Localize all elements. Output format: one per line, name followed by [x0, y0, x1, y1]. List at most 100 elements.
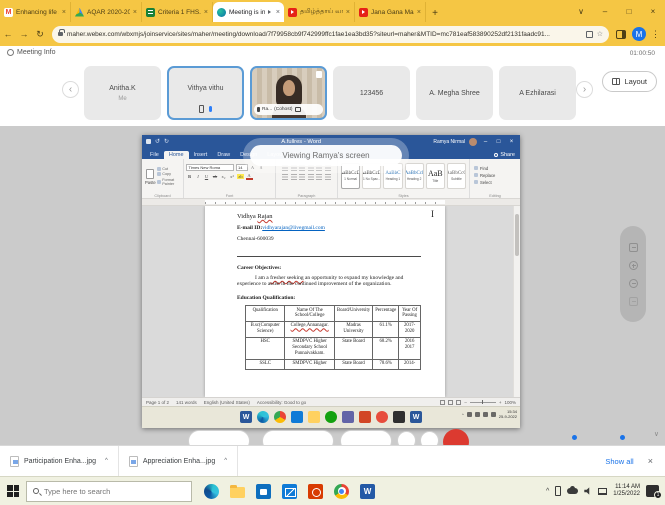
fit-to-window-icon[interactable]	[629, 243, 638, 252]
share-page-icon[interactable]	[586, 31, 593, 38]
style-subtitle[interactable]: AaBbCcC Subtitle	[447, 163, 466, 189]
tab-close-icon[interactable]: ×	[276, 9, 280, 16]
volume-icon[interactable]	[584, 487, 592, 495]
remote-folder-icon[interactable]	[308, 411, 320, 423]
remote-cloud-icon[interactable]	[475, 412, 480, 417]
new-tab-button[interactable]: +	[426, 4, 444, 22]
highlight-button[interactable]: ab	[237, 174, 244, 179]
find-button[interactable]: Find	[474, 166, 516, 171]
word-tab-home[interactable]: Home	[164, 151, 189, 160]
zoom-out-icon[interactable]	[629, 279, 638, 288]
style-heading-2[interactable]: AaBbCcl Heading 2	[405, 163, 424, 189]
justify-icon[interactable]	[308, 174, 314, 180]
word-share-button[interactable]: Share	[494, 152, 515, 158]
word-account-avatar[interactable]	[469, 138, 477, 146]
word-close-icon[interactable]: ×	[507, 139, 516, 145]
word-minimize-icon[interactable]: –	[481, 139, 490, 145]
tab-aqar[interactable]: AQAR 2020-2021 - G ×	[71, 2, 142, 22]
strikethrough-button[interactable]: ab	[212, 174, 219, 179]
email-link[interactable]: vidhyarajan@livegmail.com	[262, 225, 325, 231]
participant-tile-vithya[interactable]: Vithya vithu	[167, 66, 244, 120]
taskbar-search[interactable]	[26, 481, 192, 502]
word-count[interactable]: 141 words	[176, 400, 197, 405]
font-color-button[interactable]: A	[246, 173, 253, 180]
word-restore-icon[interactable]: □	[494, 139, 503, 145]
profile-avatar[interactable]: M	[632, 27, 646, 41]
controls-caret-icon[interactable]: ∨	[654, 430, 659, 438]
align-right-icon[interactable]	[299, 174, 305, 180]
remote-app-icon[interactable]	[393, 411, 405, 423]
read-mode-icon[interactable]	[440, 400, 445, 405]
filmstrip-next-button[interactable]: ›	[576, 81, 593, 98]
style-normal[interactable]: AaBbCcDt 1 Normal	[341, 163, 360, 189]
back-button[interactable]: ←	[0, 29, 16, 39]
remote-office-icon[interactable]	[376, 411, 388, 423]
cut-button[interactable]: Cut	[157, 167, 181, 171]
font-size-select[interactable]: 14	[236, 164, 248, 171]
download-item-appreciation[interactable]: Appreciation Enha...jpg ^	[119, 446, 238, 476]
participant-tile-123456[interactable]: 123456	[333, 66, 410, 120]
shrink-font-icon[interactable]: A	[258, 166, 265, 170]
superscript-button[interactable]: x²	[229, 174, 236, 179]
participant-tile-anitha[interactable]: Anitha.K Me	[84, 66, 161, 120]
onedrive-icon[interactable]	[567, 488, 578, 494]
chat-indicator-dot[interactable]	[620, 435, 625, 440]
layout-button[interactable]: Layout	[602, 71, 657, 92]
word-icon[interactable]: W	[360, 484, 375, 499]
start-button[interactable]	[0, 477, 26, 505]
office-icon[interactable]	[308, 484, 323, 499]
taskbar-clock[interactable]: 11:14 AM 1/25/2022	[613, 484, 640, 499]
print-layout-icon[interactable]	[448, 400, 453, 405]
align-left-icon[interactable]	[282, 174, 288, 180]
download-caret-icon[interactable]: ^	[105, 458, 108, 464]
search-input[interactable]	[44, 487, 164, 496]
zoom-in-icon[interactable]	[629, 261, 638, 270]
tab-close-icon[interactable]: ×	[62, 9, 66, 16]
side-panel-icon[interactable]	[616, 30, 626, 39]
zoom-level[interactable]: 100%	[504, 400, 516, 405]
scrollbar-thumb[interactable]	[515, 214, 519, 256]
tab-webex-meeting-active[interactable]: Meeting is in pro ×	[213, 2, 284, 22]
microsoft-store-icon[interactable]	[256, 484, 271, 499]
word-tab-draw[interactable]: Draw	[212, 151, 235, 160]
tab-youtube-tamil[interactable]: தமிழ்த்தாய் வாழ் ×	[284, 2, 355, 22]
format-painter-button[interactable]: Format Painter	[157, 178, 181, 186]
browser-menu-icon[interactable]: ⋮	[651, 29, 660, 40]
italic-button[interactable]: I	[195, 174, 202, 179]
zoom-slider[interactable]	[470, 402, 496, 403]
edge-icon[interactable]	[204, 484, 219, 499]
zoom-in-icon[interactable]: +	[499, 400, 502, 405]
save-icon[interactable]	[146, 139, 151, 144]
tab-search-caret-icon[interactable]: ∨	[569, 7, 593, 16]
word-tab-file[interactable]: File	[145, 151, 164, 160]
chrome-icon[interactable]	[334, 484, 349, 499]
copy-button[interactable]: Copy	[157, 172, 181, 176]
minimize-window-button[interactable]: –	[593, 7, 617, 16]
remote-chrome-icon[interactable]	[274, 411, 286, 423]
remote-powerpoint-icon[interactable]	[359, 411, 371, 423]
participants-indicator-dot[interactable]	[572, 435, 577, 440]
close-window-button[interactable]: ×	[641, 7, 665, 16]
file-explorer-icon[interactable]	[230, 487, 245, 498]
underline-button[interactable]: U	[203, 174, 210, 179]
remote-mic-icon[interactable]	[467, 412, 472, 417]
subscript-button[interactable]: x₂	[220, 174, 227, 179]
font-name-select[interactable]: Times New Roma	[186, 164, 234, 171]
remote-word-icon[interactable]: W	[240, 411, 252, 423]
bold-button[interactable]: B	[186, 174, 193, 179]
style-title[interactable]: AaB Title	[426, 163, 445, 189]
remote-speaker-icon[interactable]	[483, 412, 488, 417]
remote-mail-icon[interactable]	[291, 411, 303, 423]
remote-clock[interactable]: 15:34 25-9-2022	[499, 410, 517, 420]
tray-expand-caret[interactable]: ^	[546, 488, 549, 495]
document-page[interactable]: Vidhya Rajan E-mail ID:vidhyarajan@liveg…	[205, 206, 445, 397]
tab-close-icon[interactable]: ×	[133, 9, 137, 16]
meeting-info-button[interactable]: Meeting Info	[7, 49, 56, 56]
tab-close-icon[interactable]: ×	[417, 9, 421, 16]
style-heading-1[interactable]: AaBbC Heading 1	[383, 163, 402, 189]
borders-icon[interactable]	[325, 174, 331, 180]
word-tab-insert[interactable]: Insert	[189, 151, 213, 160]
download-item-participation[interactable]: Participation Enha...jpg ^	[0, 446, 119, 476]
your-phone-icon[interactable]	[555, 486, 561, 496]
mail-icon[interactable]	[282, 484, 297, 499]
